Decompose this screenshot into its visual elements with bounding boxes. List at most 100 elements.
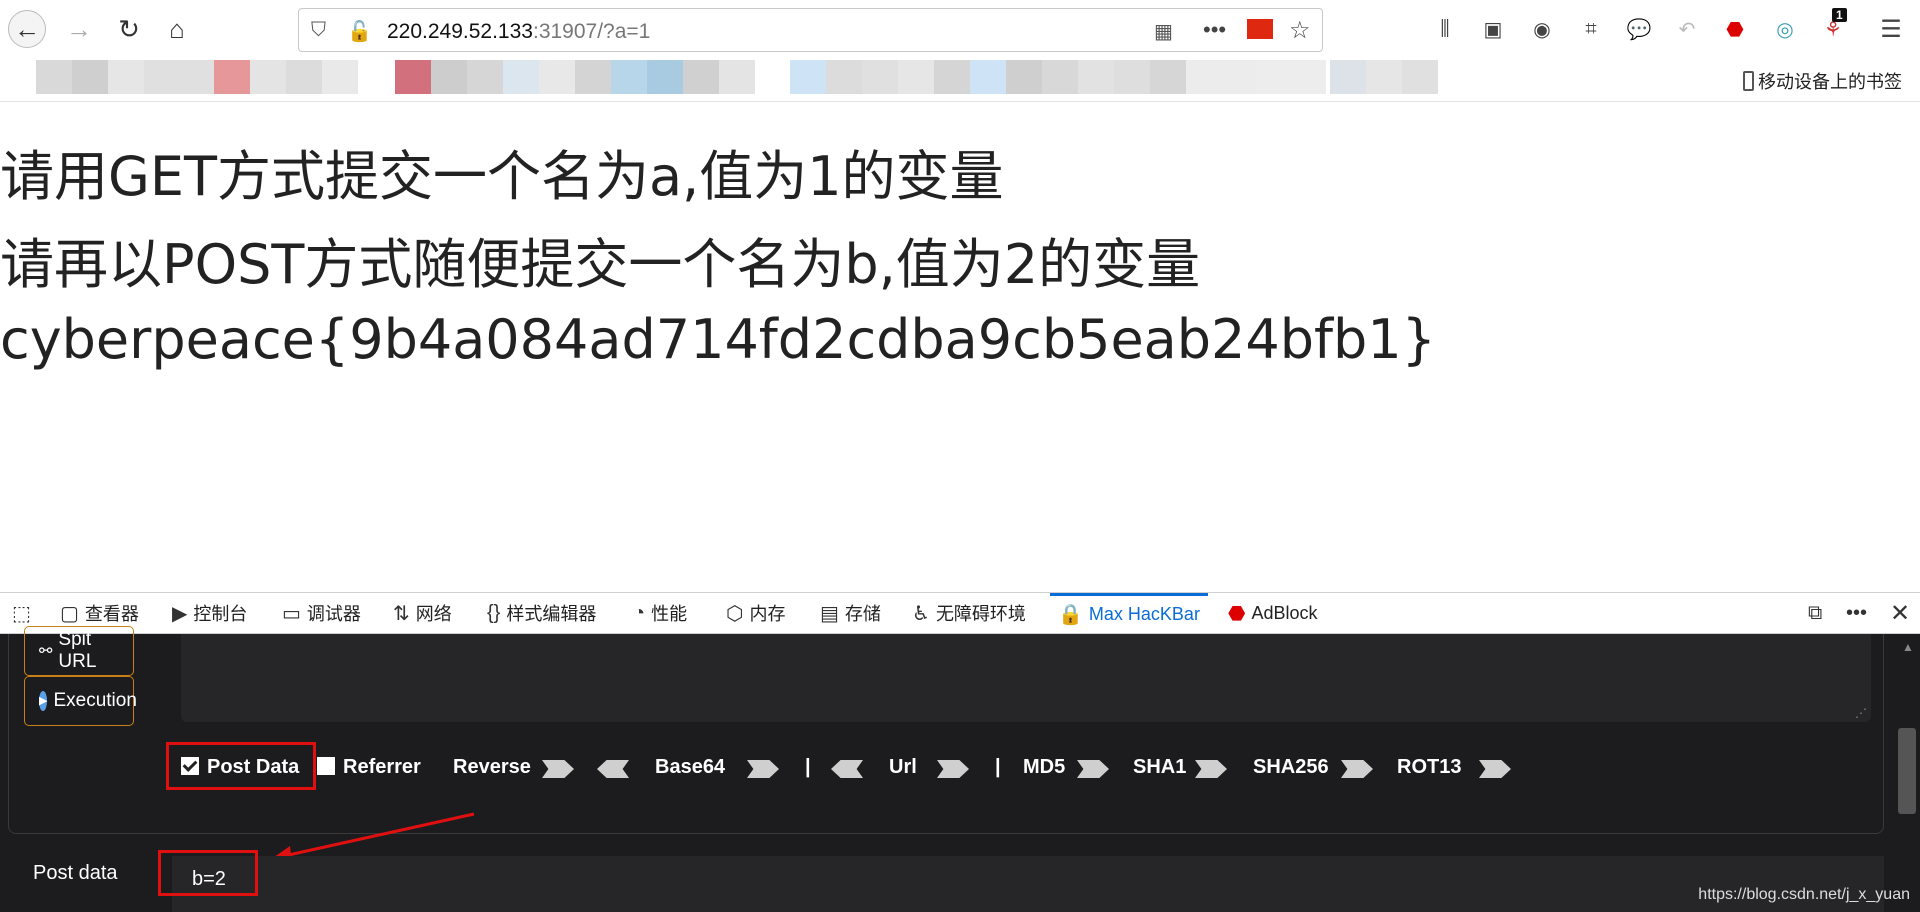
chevron-right-icon[interactable] [1195, 760, 1227, 778]
bookmark-item[interactable] [647, 60, 683, 94]
resize-handle-icon[interactable]: ⋰ [1855, 706, 1867, 720]
more-actions-icon[interactable]: ••• [1203, 17, 1226, 43]
account-icon[interactable]: ◉ [1527, 14, 1557, 44]
scrollbar[interactable]: ▲ [1894, 634, 1920, 912]
qr-code-icon[interactable]: ▦ [1154, 19, 1173, 44]
bookmark-item[interactable] [322, 60, 358, 94]
bookmark-item[interactable] [431, 60, 467, 94]
sha256-button[interactable]: SHA256 [1253, 756, 1329, 779]
bookmark-item[interactable] [1402, 60, 1438, 94]
extension-eye-icon[interactable]: ◎ [1770, 14, 1800, 44]
base64-button[interactable]: Base64 [655, 756, 725, 779]
bookmark-item[interactable] [144, 60, 214, 94]
bookmark-item[interactable] [467, 60, 503, 94]
bookmark-item[interactable] [214, 60, 250, 94]
bookmark-item[interactable] [1330, 60, 1366, 94]
tab-style-editor[interactable]: {} 样式编辑器 [487, 593, 596, 633]
bookmark-item[interactable] [503, 60, 539, 94]
undo-icon[interactable]: ↶ [1672, 14, 1702, 44]
bookmark-item[interactable] [108, 60, 144, 94]
bookmark-item[interactable] [826, 60, 862, 94]
chevron-right-icon[interactable] [1077, 760, 1109, 778]
tab-label: AdBlock [1251, 602, 1318, 623]
chevron-right-icon[interactable] [542, 760, 574, 778]
split-url-label: Spit URL [58, 629, 97, 672]
scroll-up-icon[interactable]: ▲ [1902, 640, 1914, 654]
reverse-button[interactable]: Reverse [453, 756, 531, 779]
rot13-button[interactable]: ROT13 [1397, 756, 1461, 779]
tab-network[interactable]: ⇅ 网络 [393, 593, 452, 633]
shield-icon[interactable]: ⛉ [311, 19, 326, 42]
bookmark-item[interactable] [1006, 60, 1042, 94]
post-data-textarea[interactable] [172, 856, 1884, 912]
crop-icon[interactable]: ⌗ [1576, 14, 1606, 44]
library-icon[interactable]: ⫼ [1430, 14, 1460, 44]
tab-performance[interactable]: ◔ 性能 [633, 593, 687, 633]
bookmark-item[interactable] [539, 60, 575, 94]
split-url-button[interactable]: ⚯ Spit URL [24, 626, 134, 676]
bookmark-item[interactable] [970, 60, 1006, 94]
url-encode-button[interactable]: Url [889, 756, 917, 779]
scrollbar-thumb[interactable] [1898, 728, 1916, 814]
chevron-right-icon[interactable] [747, 760, 779, 778]
insecure-lock-icon[interactable]: 🔓 [347, 19, 372, 44]
bookmark-item[interactable] [1078, 60, 1114, 94]
tab-storage[interactable]: ▤ 存储 [820, 593, 881, 633]
chevron-left-icon[interactable] [831, 760, 863, 778]
adblock-icon[interactable]: ⬣ [1720, 14, 1750, 44]
tab-adblock[interactable]: ⬣ AdBlock [1228, 593, 1318, 633]
bookmark-item[interactable] [1042, 60, 1078, 94]
mobile-bookmarks[interactable]: 移动设备上的书签 [1743, 68, 1902, 94]
chevron-left-icon[interactable] [597, 760, 629, 778]
bookmark-item[interactable] [1150, 60, 1186, 94]
bookmark-item[interactable] [286, 60, 322, 94]
bookmark-item[interactable] [1186, 60, 1256, 94]
bookmark-item[interactable] [790, 60, 826, 94]
dock-button[interactable]: ⧉ [1808, 593, 1822, 633]
chevron-right-icon[interactable] [1479, 760, 1511, 778]
url-textarea[interactable]: ⋰ [181, 634, 1871, 722]
reload-button[interactable]: ↻ [110, 10, 148, 48]
watermark: https://blog.csdn.net/j_x_yuan [1698, 886, 1910, 903]
bookmark-item[interactable] [862, 60, 898, 94]
bookmark-item[interactable] [72, 60, 108, 94]
execution-button[interactable]: ▶ Execution [24, 676, 137, 726]
checkbox-unchecked[interactable] [317, 757, 335, 775]
tab-max-hackbar[interactable]: 🔒 Max HacKBar [1050, 593, 1208, 633]
bookmark-item[interactable] [1114, 60, 1150, 94]
bookmark-item[interactable] [898, 60, 934, 94]
bookmark-item[interactable] [683, 60, 719, 94]
bookmark-item[interactable] [1366, 60, 1402, 94]
devtools-close-button[interactable]: ✕ [1890, 593, 1910, 633]
execution-label: Execution [53, 690, 137, 711]
network-icon: ⇅ [393, 602, 410, 625]
menu-icon[interactable]: ☰ [1876, 14, 1906, 44]
tab-console[interactable]: ▶ 控制台 [172, 593, 247, 633]
sidebar-icon[interactable]: ▣ [1478, 14, 1508, 44]
referrer-option[interactable]: Referrer [317, 756, 421, 779]
url-bar[interactable]: ⛉ 🔓 220.249.52.133:31907/?a=1 ▦ ••• ☆ [298, 8, 1323, 52]
md5-button[interactable]: MD5 [1023, 756, 1065, 779]
bookmark-item[interactable] [611, 60, 647, 94]
chevron-right-icon[interactable] [1341, 760, 1373, 778]
bookmark-item[interactable] [934, 60, 970, 94]
tab-debugger[interactable]: ▭ 调试器 [282, 593, 361, 633]
bookmark-item[interactable] [395, 60, 431, 94]
url-text[interactable]: 220.249.52.133:31907/?a=1 [387, 20, 650, 44]
forward-button[interactable]: → [60, 10, 98, 48]
bookmark-item[interactable] [1256, 60, 1326, 94]
chevron-right-icon[interactable] [937, 760, 969, 778]
back-button[interactable]: ← [8, 10, 46, 48]
devtools-menu-button[interactable]: ••• [1846, 593, 1867, 633]
home-button[interactable]: ⌂ [158, 10, 196, 48]
bookmark-item[interactable] [36, 60, 72, 94]
bookmark-item[interactable] [575, 60, 611, 94]
china-flag-icon[interactable] [1247, 19, 1273, 39]
tab-accessibility[interactable]: ♿ 无障碍环境 [912, 593, 1026, 633]
bookmark-item[interactable] [719, 60, 755, 94]
bookmark-item[interactable] [250, 60, 286, 94]
chat-icon[interactable]: 💬 [1624, 14, 1654, 44]
bookmark-star-icon[interactable]: ☆ [1289, 16, 1311, 45]
tab-memory[interactable]: ⬡ 内存 [726, 593, 785, 633]
sha1-button[interactable]: SHA1 [1133, 756, 1186, 779]
